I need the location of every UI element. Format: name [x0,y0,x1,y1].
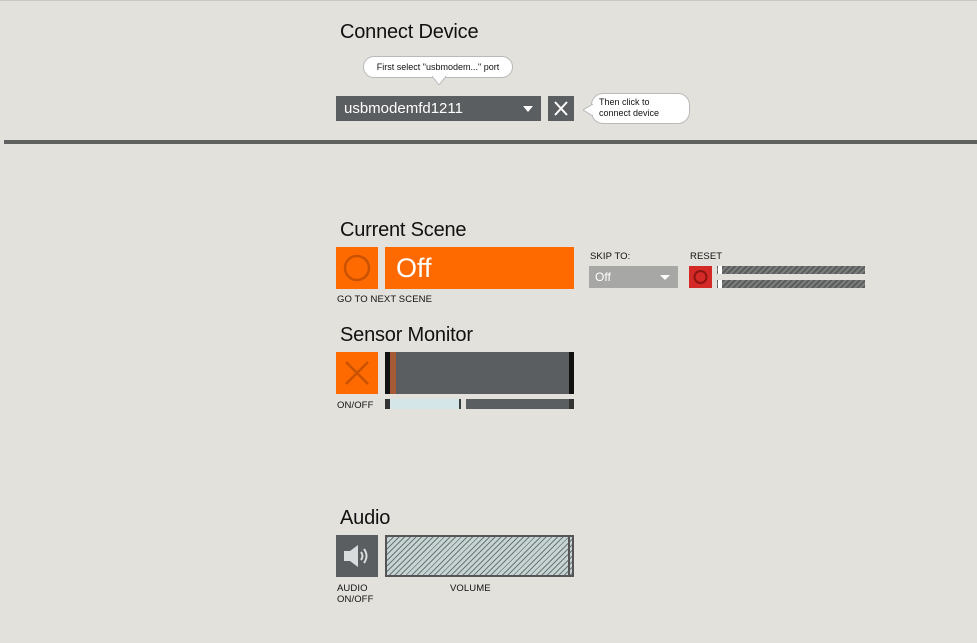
connect-button[interactable] [548,96,574,121]
reset-label: RESET [690,251,723,262]
audio-toggle-label-line2: ON/OFF [337,594,374,605]
port-tooltip-text: First select "usbmodem..." port [376,62,500,72]
skip-to-value: Off [595,270,611,284]
connect-device-title: Connect Device [340,21,479,43]
close-icon [554,101,568,116]
chevron-down-icon [660,275,670,280]
speaker-icon [344,545,368,567]
connect-tooltip: Then click to connect device [583,93,690,124]
current-scene-title: Current Scene [340,219,467,241]
port-select[interactable]: usbmodemfd1211 [336,96,541,121]
circle-icon [343,254,371,282]
connect-tooltip-line2: connect device [599,108,660,118]
volume-handle[interactable] [568,537,570,575]
reset-slider-top[interactable] [717,266,865,274]
sensor-meter [385,352,574,394]
chevron-down-icon [523,106,533,112]
range-fill [390,399,459,409]
audio-toggle-label-line1: AUDIO [337,583,368,594]
close-icon [345,361,369,385]
reset-button[interactable] [689,266,712,288]
next-scene-label: GO TO NEXT SCENE [337,294,433,305]
audio-toggle-label: AUDIO ON/OFF [337,583,374,605]
meter-right-edge [569,352,574,394]
sensor-range-slider[interactable] [385,399,574,409]
circle-icon [693,270,708,284]
range-right-edge [569,399,574,409]
connect-tooltip-line1: Then click to [599,97,650,107]
meter-level [390,352,396,394]
range-gap [461,399,466,409]
volume-slider[interactable] [385,535,574,577]
sensor-toggle-button[interactable] [336,352,378,394]
port-tooltip: First select "usbmodem..." port [363,56,513,85]
top-border [0,0,977,1]
scene-display: Off [385,247,574,289]
tooltip-pointer [432,76,446,85]
next-scene-button[interactable] [336,247,378,289]
audio-toggle-button[interactable] [336,535,378,577]
skip-to-label: SKIP TO: [590,251,631,262]
port-select-value: usbmodemfd1211 [344,100,463,117]
reset-slider-bottom[interactable] [717,280,865,288]
audio-title: Audio [340,507,391,529]
section-divider [4,140,977,144]
volume-label: VOLUME [450,583,491,594]
sensor-monitor-title: Sensor Monitor [340,324,473,346]
skip-to-select[interactable]: Off [589,266,678,288]
slider-handle[interactable] [718,280,722,288]
sensor-toggle-label: ON/OFF [337,400,374,411]
tooltip-pointer [583,104,593,116]
slider-handle[interactable] [718,266,722,274]
